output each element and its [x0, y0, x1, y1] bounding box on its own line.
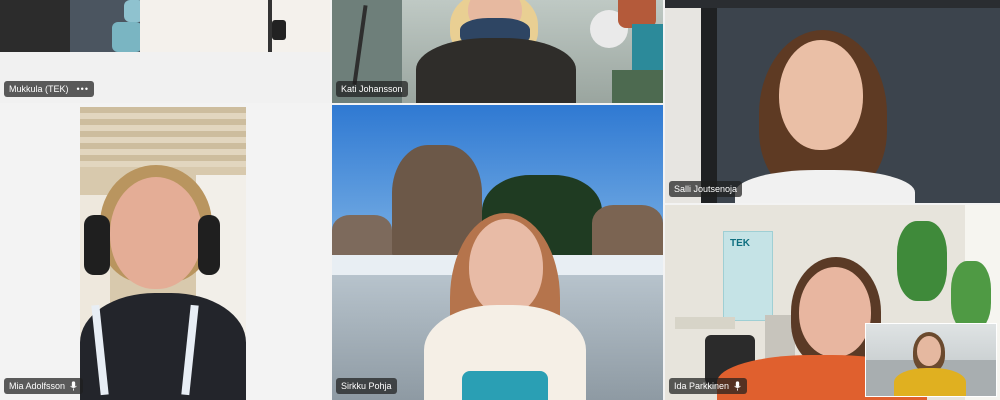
participant-name-tag: Mukkula (TEK) ••• [4, 81, 94, 97]
participant-name: Sirkku Pohja [341, 381, 392, 391]
participant-tile-sirkku-pohja[interactable]: Sirkku Pohja [332, 105, 663, 400]
microphone-icon [70, 381, 77, 391]
participant-name: Mukkula (TEK) [9, 84, 69, 94]
participant-tile-kati-johansson[interactable]: Kati Johansson [332, 0, 663, 103]
participant-video [0, 105, 330, 400]
more-options-icon[interactable]: ••• [77, 81, 89, 97]
video-call-grid: Mukkula (TEK) ••• Kati Johansson Salli J… [0, 0, 1000, 400]
tek-poster: TEK [723, 231, 773, 321]
participant-name: Ida Parkkinen [674, 381, 730, 391]
self-view-thumbnail[interactable] [865, 323, 997, 397]
microphone-icon [734, 381, 741, 391]
poster-brand-text: TEK [730, 238, 750, 249]
participant-name-tag: Kati Johansson [336, 81, 408, 97]
participant-name-tag: Mia Adolfsson [4, 378, 84, 394]
participant-video [665, 0, 1000, 203]
participant-name-tag: Ida Parkkinen [669, 378, 748, 394]
participant-tile-mia-adolfsson[interactable]: Mia Adolfsson [0, 105, 330, 400]
participant-name: Salli Joutsenoja [674, 184, 738, 194]
participant-name: Mia Adolfsson [9, 381, 66, 391]
participant-name-tag: Sirkku Pohja [336, 378, 397, 394]
participant-name: Kati Johansson [341, 84, 403, 94]
participant-name-tag: Salli Joutsenoja [669, 181, 743, 197]
participant-tile-salli-joutsenoja[interactable]: Salli Joutsenoja [665, 0, 1000, 203]
participant-tile-mukkula[interactable]: Mukkula (TEK) ••• [0, 0, 330, 103]
participant-video [332, 105, 663, 400]
self-view-video [866, 324, 996, 396]
